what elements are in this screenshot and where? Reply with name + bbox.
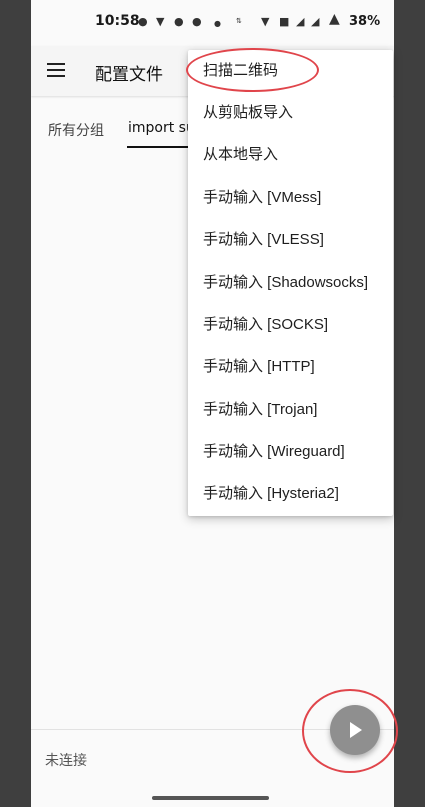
wechat-icon: ●: [192, 15, 202, 28]
annotation-circle-connect-button: [302, 689, 398, 773]
home-indicator[interactable]: [152, 796, 269, 800]
dot-icon: ●: [214, 19, 221, 28]
menu-item-import-local[interactable]: 从本地导入: [188, 134, 393, 176]
signal-icon: ◢: [296, 15, 305, 28]
wifi-icon: ▼: [261, 15, 270, 28]
menu-item-manual-shadowsocks[interactable]: 手动输入 [Shadowsocks]: [188, 262, 393, 304]
chat-bubble-icon: ●: [138, 15, 148, 28]
status-bar: 10:58 ● ▼ ● ● ● ⇅ ▼ ■ ◢ ◢ ▲ 38%: [31, 0, 394, 46]
menu-item-manual-hysteria2[interactable]: 手动输入 [Hysteria2]: [188, 473, 393, 515]
menu-item-import-clipboard[interactable]: 从剪贴板导入: [188, 92, 393, 134]
wechat-icon: ●: [174, 15, 184, 28]
status-time: 10:58: [95, 13, 140, 29]
vpn-key-icon: ▼: [156, 15, 165, 28]
menu-item-manual-vmess[interactable]: 手动输入 [VMess]: [188, 177, 393, 219]
tab-all-groups[interactable]: 所有分组: [48, 120, 104, 140]
data-speed-icon: ⇅: [236, 17, 242, 25]
menu-item-manual-vless[interactable]: 手动输入 [VLESS]: [188, 219, 393, 261]
battery-icon: ▲: [329, 11, 340, 27]
hd-icon: ■: [279, 15, 290, 28]
annotation-circle-scan-qr: [186, 48, 319, 92]
active-tab-indicator: [127, 146, 197, 148]
signal-icon: ◢: [311, 15, 320, 28]
add-config-menu: 扫描二维码 从剪贴板导入 从本地导入 手动输入 [VMess] 手动输入 [VL…: [188, 50, 393, 516]
menu-item-manual-trojan[interactable]: 手动输入 [Trojan]: [188, 389, 393, 431]
page-title: 配置文件: [95, 65, 163, 85]
menu-item-manual-socks[interactable]: 手动输入 [SOCKS]: [188, 304, 393, 346]
tab-import-subscription[interactable]: import su: [128, 120, 195, 136]
connection-status: 未连接: [45, 753, 87, 769]
hamburger-menu-icon[interactable]: [47, 63, 65, 77]
battery-percentage: 38%: [349, 14, 381, 29]
menu-item-manual-http[interactable]: 手动输入 [HTTP]: [188, 346, 393, 388]
menu-item-manual-wireguard[interactable]: 手动输入 [Wireguard]: [188, 431, 393, 473]
